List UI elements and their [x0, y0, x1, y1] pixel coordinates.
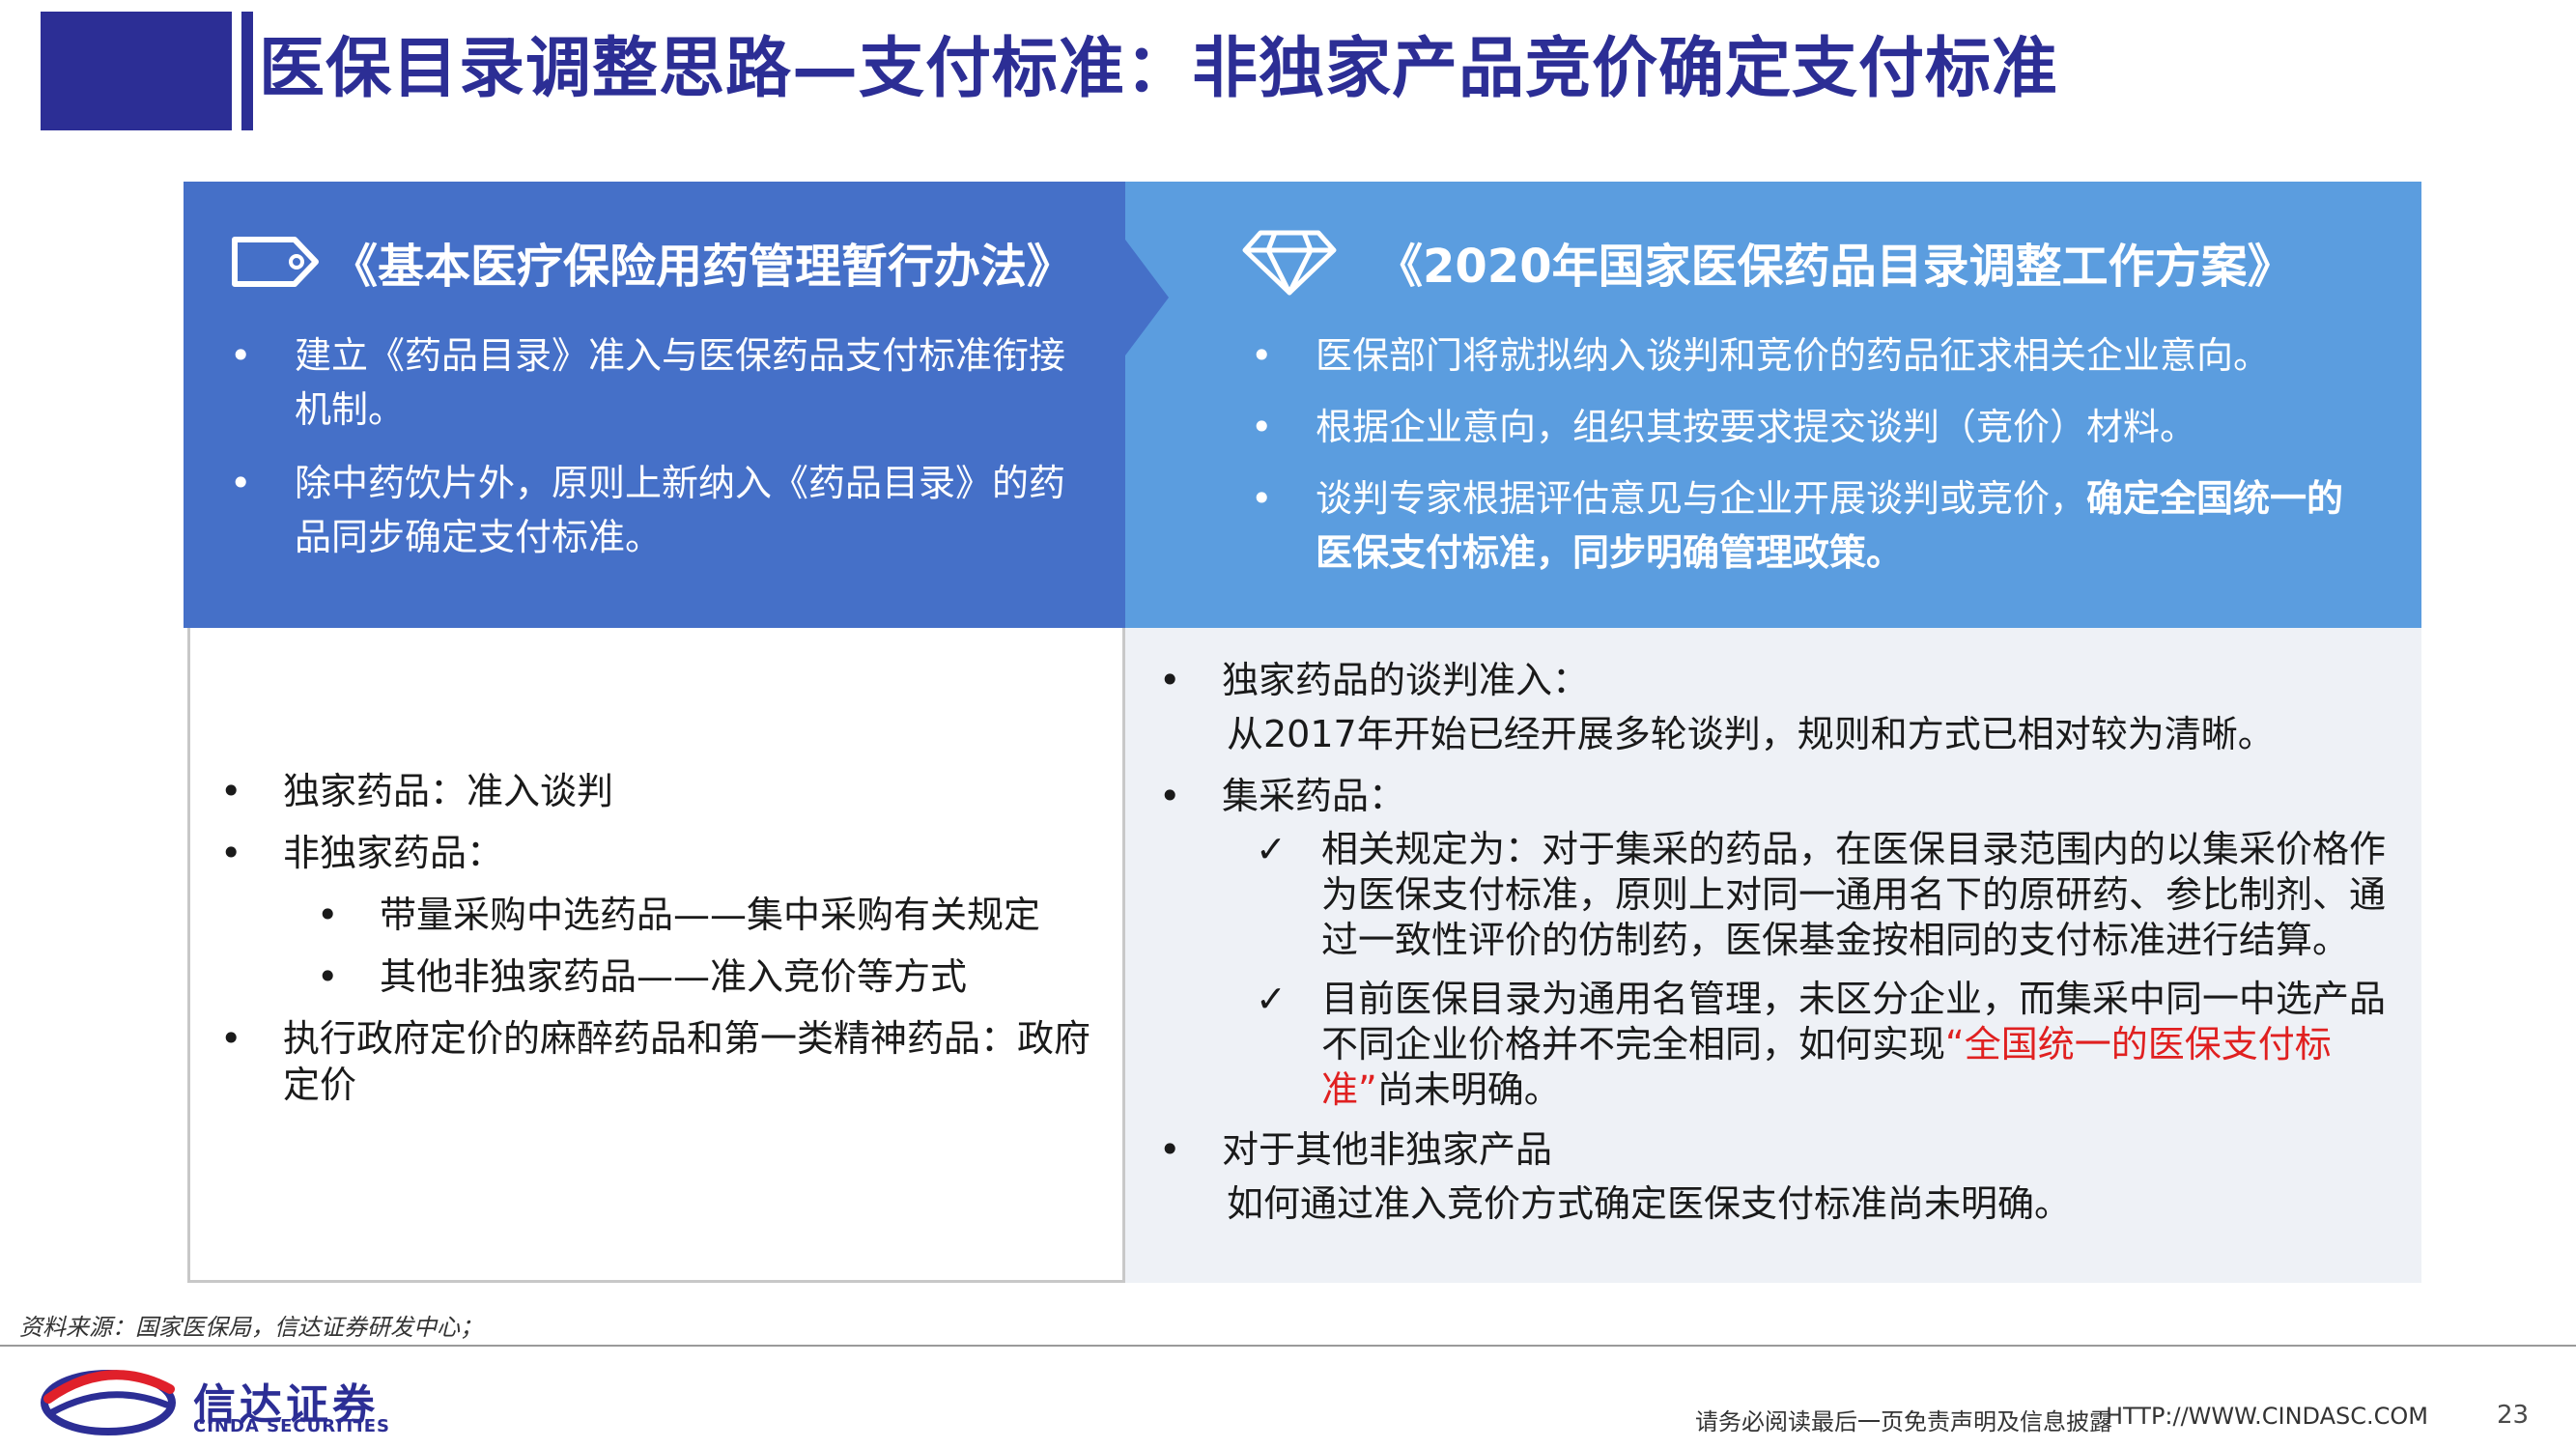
- list-item: • 独家药品：准入谈判: [220, 768, 1109, 814]
- right-policy-list: • 医保部门将就拟纳入谈判和竞价的药品征求相关企业意向。 • 根据企业意向，组织…: [1251, 328, 2362, 597]
- tag-icon: [232, 237, 319, 287]
- website-link[interactable]: HTTP://WWW.CINDASC.COM: [2106, 1403, 2428, 1430]
- sub-list-item-text: 带量采购中选药品——集中采购有关规定: [380, 894, 1041, 936]
- check-icon: ✓: [1256, 828, 1287, 870]
- list-item: • 对于其他非独家产品: [1159, 1126, 2405, 1173]
- bullet-icon: •: [1251, 406, 1273, 448]
- page-title: 医保目录调整思路—支付标准：非独家产品竞价确定支付标准: [259, 31, 2059, 107]
- footer-divider: [0, 1345, 2576, 1347]
- bullet-icon: •: [230, 334, 252, 377]
- list-item-text: 非独家药品：: [283, 832, 504, 874]
- list-item-title: 对于其他非独家产品: [1222, 1128, 1553, 1171]
- company-name-en: CINDA SECURITIES: [193, 1416, 390, 1436]
- check-icon: ✓: [1256, 978, 1287, 1020]
- check-list-item: ✓ 相关规定为：对于集采的药品，在医保目录范围内的以集采价格作为医保支付标准，原…: [1256, 827, 2405, 963]
- left-policy-list: • 建立《药品目录》准入与医保药品支付标准衔接机制。 • 除中药饮片外，原则上新…: [230, 328, 1080, 583]
- bullet-icon: •: [1159, 775, 1181, 817]
- right-panel-heading: 《2020年国家医保药品目录调整工作方案》: [1241, 228, 2294, 296]
- sub-list-item-text: 其他非独家药品——准入竞价等方式: [380, 955, 968, 998]
- bullet-icon: •: [230, 462, 252, 504]
- sub-list-item: • 其他非独家药品——准入竞价等方式: [317, 953, 1109, 1000]
- left-panel-heading: 《基本医疗保险用药管理暂行办法》: [227, 228, 1073, 296]
- list-item: • 集采药品：: [1159, 773, 2405, 819]
- bullet-icon: •: [317, 894, 339, 936]
- disclaimer-text: 请务必阅读最后一页免责声明及信息披露: [1695, 1408, 2112, 1435]
- cinda-logo-icon: [41, 1370, 176, 1435]
- check-item-tail: 尚未明确。: [1376, 1068, 1561, 1111]
- sub-list-item: • 带量采购中选药品——集中采购有关规定: [317, 892, 1109, 938]
- list-item: • 根据企业意向，组织其按要求提交谈判（竞价）材料。: [1251, 400, 2362, 454]
- title-accent-bar: [241, 12, 253, 130]
- list-item: • 执行政府定价的麻醉药品和第一类精神药品：政府定价: [220, 1015, 1109, 1108]
- right-panel-heading-text: 《2020年国家医保药品目录调整工作方案》: [1376, 240, 2294, 294]
- list-item-description: 如何通过准入竞价方式确定医保支付标准尚未明确。: [1227, 1182, 2072, 1225]
- bullet-icon: •: [1251, 477, 1273, 520]
- list-item-text: 除中药饮片外，原则上新纳入《药品目录》的药品同步确定支付标准。: [295, 462, 1066, 558]
- sub-list: • 带量采购中选药品——集中采购有关规定 • 其他非独家药品——准入竞价等方式: [283, 892, 1109, 1000]
- list-item-text: 谈判专家根据评估意见与企业开展谈判或竞价，: [1316, 477, 2087, 520]
- list-item-text: 根据企业意向，组织其按要求提交谈判（竞价）材料。: [1316, 406, 2197, 448]
- bullet-icon: •: [1159, 659, 1181, 701]
- list-item-title: 独家药品的谈判准入：: [1222, 659, 1590, 701]
- bullet-icon: •: [220, 832, 242, 874]
- page-number: 23: [2497, 1401, 2530, 1430]
- list-item-text: 医保部门将就拟纳入谈判和竞价的药品征求相关企业意向。: [1316, 334, 2271, 377]
- check-list-item: ✓ 目前医保目录为通用名管理，未区分企业，而集采中同一中选产品不同企业价格并不完…: [1256, 977, 2405, 1113]
- list-item: • 除中药饮片外，原则上新纳入《药品目录》的药品同步确定支付标准。: [230, 456, 1080, 564]
- bullet-icon: •: [1159, 1128, 1181, 1171]
- list-item-text: 独家药品：准入谈判: [283, 770, 614, 812]
- bullet-icon: •: [1251, 334, 1273, 377]
- list-item: • 非独家药品： • 带量采购中选药品——集中采购有关规定 • 其他非独家药品—…: [220, 830, 1109, 1000]
- bullet-icon: •: [317, 955, 339, 998]
- check-list: ✓ 相关规定为：对于集采的药品，在医保目录范围内的以集采价格作为医保支付标准，原…: [1256, 827, 2405, 1113]
- list-item: • 建立《药品目录》准入与医保药品支付标准衔接机制。: [230, 328, 1080, 437]
- title-accent-block: [41, 12, 232, 130]
- list-item: • 医保部门将就拟纳入谈判和竞价的药品征求相关企业意向。: [1251, 328, 2362, 383]
- diamond-icon: [1242, 230, 1337, 296]
- left-panel-heading-text: 《基本医疗保险用药管理暂行办法》: [331, 240, 1074, 294]
- source-note: 资料来源：国家医保局，信达证券研发中心；: [19, 1314, 483, 1341]
- list-item: • 独家药品的谈判准入：: [1159, 657, 2405, 703]
- drug-category-list: • 独家药品：准入谈判 • 非独家药品： • 带量采购中选药品——集中采购有关规…: [220, 768, 1109, 1123]
- list-item-text: 执行政府定价的麻醉药品和第一类精神药品：政府定价: [283, 1017, 1091, 1106]
- list-item-title: 集采药品：: [1222, 775, 1406, 817]
- check-item-text: 相关规定为：对于集采的药品，在医保目录范围内的以集采价格作为医保支付标准，原则上…: [1321, 828, 2387, 961]
- list-item-description: 从2017年开始已经开展多轮谈判，规则和方式已相对较为清晰。: [1227, 713, 2275, 755]
- bullet-icon: •: [220, 1017, 242, 1060]
- bullet-icon: •: [220, 770, 242, 812]
- list-item-text: 建立《药品目录》准入与医保药品支付标准衔接机制。: [295, 334, 1066, 431]
- payment-standard-list: • 独家药品的谈判准入： 从2017年开始已经开展多轮谈判，规则和方式已相对较为…: [1159, 657, 2405, 1242]
- list-item: • 谈判专家根据评估意见与企业开展谈判或竞价，确定全国统一的医保支付标准，同步明…: [1251, 471, 2362, 580]
- panel-arrow: [1125, 240, 1169, 355]
